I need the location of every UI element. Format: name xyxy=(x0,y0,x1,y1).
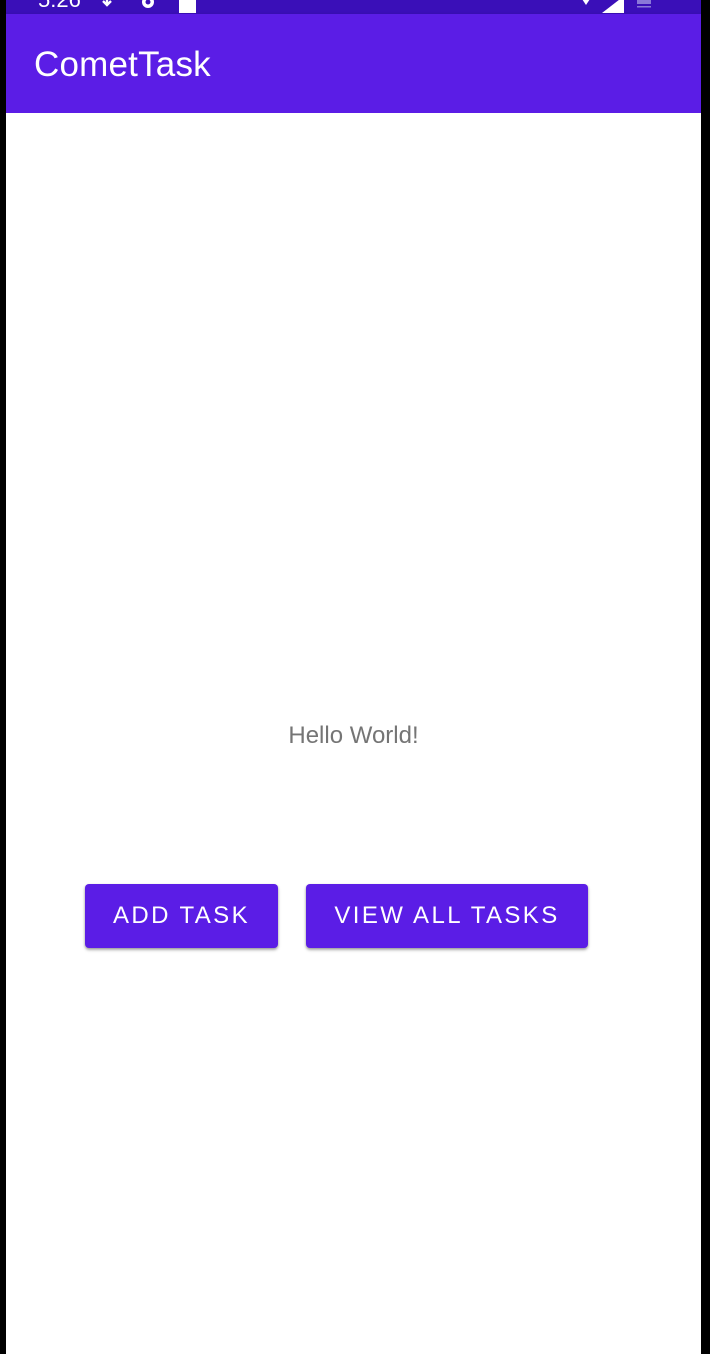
download-icon xyxy=(102,0,112,7)
wifi-icon xyxy=(582,0,590,5)
hello-world-text: Hello World! xyxy=(288,722,419,749)
device-screen: 5:26 CometTask Hello World! ADD TASK xyxy=(6,0,701,1354)
settings-icon xyxy=(142,0,154,8)
add-task-button-label: ADD TASK xyxy=(112,902,250,929)
view-all-tasks-button[interactable]: VIEW ALL TASKS xyxy=(306,884,588,948)
app-title: CometTask xyxy=(34,45,211,84)
status-time: 5:26 xyxy=(38,0,81,13)
signal-icon xyxy=(602,0,624,13)
add-task-button[interactable]: ADD TASK xyxy=(85,884,278,948)
view-all-tasks-button-label: VIEW ALL TASKS xyxy=(334,902,560,929)
main-content: Hello World! ADD TASK VIEW ALL TASKS xyxy=(6,113,701,1354)
app-bar: CometTask xyxy=(6,14,701,113)
status-bar: 5:26 xyxy=(6,0,701,14)
battery-icon xyxy=(637,0,651,8)
sim-card-icon xyxy=(179,0,196,13)
